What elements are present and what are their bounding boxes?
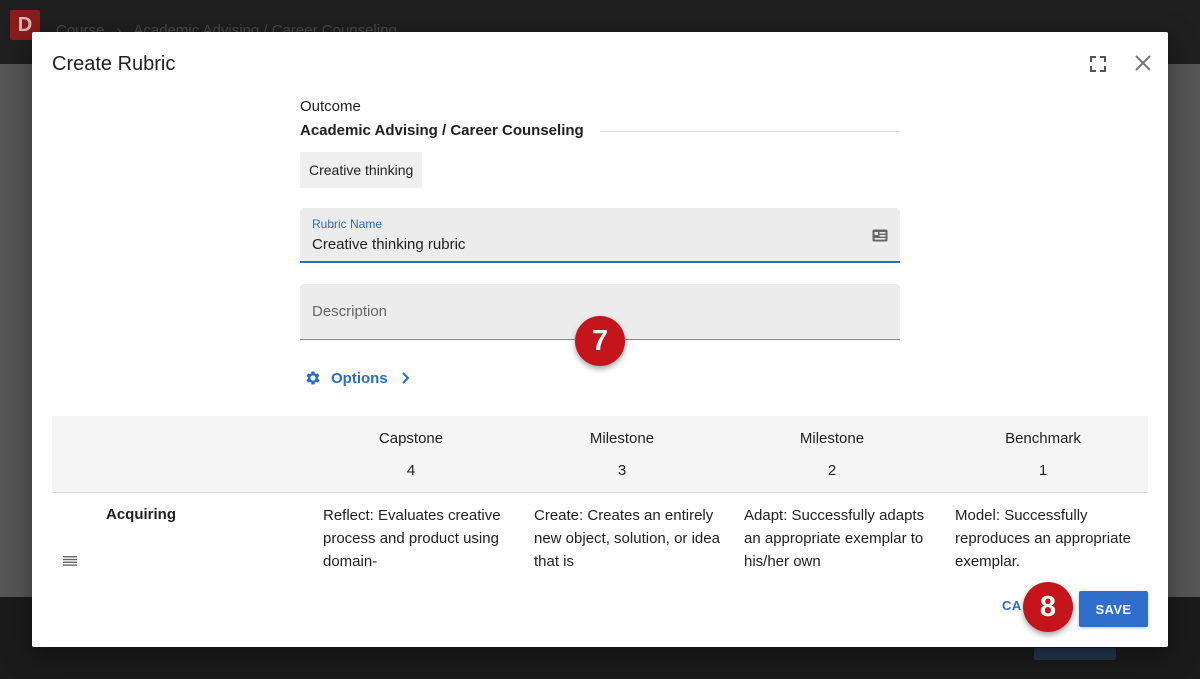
save-button[interactable]: SAVE xyxy=(1079,591,1148,627)
level-name: Capstone xyxy=(378,430,444,447)
criterion-row: Acquiring Reflect: Evaluates creative pr… xyxy=(52,494,1148,602)
level-points: 1 xyxy=(1038,462,1048,479)
drag-handle-icon[interactable] xyxy=(63,556,77,566)
cancel-button[interactable]: CA xyxy=(1002,598,1022,613)
level-points: 2 xyxy=(827,462,837,479)
level-name: Benchmark xyxy=(1005,430,1081,447)
level-name: Milestone xyxy=(799,430,865,447)
callout-badge-7: 7 xyxy=(575,316,625,366)
outcome-label: Outcome xyxy=(300,98,361,115)
criterion-name[interactable]: Acquiring xyxy=(106,506,176,523)
close-icon[interactable] xyxy=(1131,51,1155,75)
rubric-cell[interactable]: Reflect: Evaluates creative process and … xyxy=(323,504,513,573)
gear-icon xyxy=(306,371,320,385)
options-label: Options xyxy=(331,369,388,387)
chevron-right-icon xyxy=(401,372,410,384)
rubric-name-value[interactable]: Creative thinking rubric xyxy=(312,236,465,253)
level-name: Milestone xyxy=(589,430,655,447)
outcome-chip: Creative thinking xyxy=(300,152,423,188)
rubric-name-label: Rubric Name xyxy=(312,217,383,231)
rubric-cell[interactable]: Model: Successfully reproduces an approp… xyxy=(955,504,1145,573)
description-placeholder: Description xyxy=(312,303,388,320)
level-points: 4 xyxy=(406,462,416,479)
callout-badge-8: 8 xyxy=(1023,582,1073,632)
level-points: 3 xyxy=(617,462,627,479)
contact-card-icon xyxy=(872,229,888,242)
rubric-level-header: Capstone 4 Milestone 3 Milestone 2 Bench… xyxy=(52,416,1148,493)
outcome-divider xyxy=(600,131,900,132)
fullscreen-icon[interactable] xyxy=(1088,54,1108,74)
options-toggle[interactable]: Options xyxy=(304,368,412,388)
rubric-name-field[interactable]: Rubric Name Creative thinking rubric xyxy=(300,208,900,263)
rubric-cell[interactable]: Adapt: Successfully adapts an appropriat… xyxy=(744,504,934,573)
background-button xyxy=(1034,648,1116,660)
dialog-title: Create Rubric xyxy=(52,53,176,75)
outcome-value: Academic Advising / Career Counseling xyxy=(300,122,584,139)
create-rubric-dialog: Create Rubric Outcome Academic Advising … xyxy=(32,32,1168,647)
rubric-cell[interactable]: Create: Creates an entirely new object, … xyxy=(534,504,724,573)
